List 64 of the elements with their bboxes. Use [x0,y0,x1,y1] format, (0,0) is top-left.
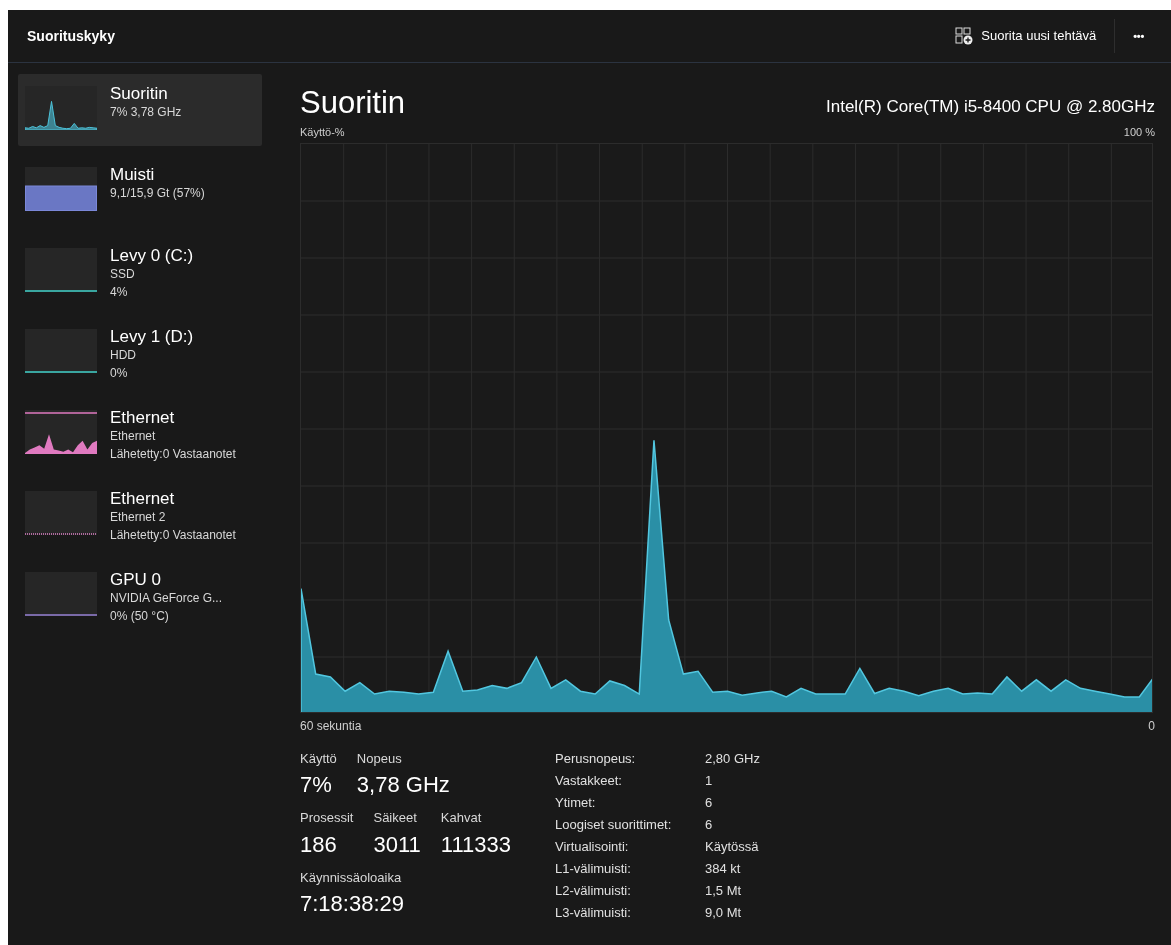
item-detail: 0% (50 °C) [110,608,170,625]
item-name: Levy 0 (C:) [110,246,194,265]
stat-label: Nopeus [356,749,403,768]
item-name: Levy 1 (D:) [110,327,194,346]
detail-label: L2-välimuisti: [555,881,632,900]
sidebar-item[interactable]: Suoritin 7% 3,78 GHz [18,74,262,146]
detail-value: 6 [705,793,714,812]
item-detail: Lähetetty:0 Vastaanotet [110,527,236,544]
stat-label: Käyttö [300,749,337,768]
detail-label: L3-välimuisti: [555,903,632,922]
axis-label: 100 % [1123,125,1155,140]
section-title: Suoritin [300,84,406,122]
stat-value: 111333 [440,830,511,859]
cpu-model: Intel(R) Core(TM) i5-8400 CPU @ 2.80GHz [826,95,1155,118]
item-detail: 9,1/15,9 Gt (57%) [110,185,205,202]
sidebar-item[interactable]: Ethernet Ethernet 2 Lähetetty:0 Vastaanotet [18,479,262,551]
sidebar-item[interactable]: Ethernet Ethernet Lähetetty:0 Vastaanotet [18,398,262,470]
axis-label: Käyttö-% [300,125,345,140]
item-detail: 4% [110,284,129,301]
stat-value: 186 [300,830,338,859]
detail-value: 384 kt [705,859,742,878]
detail-label: Virtualisointi: [555,837,630,856]
stat-label: Prosessit [300,809,354,827]
detail-value: 2,80 GHz [705,749,760,768]
stat-label: Säikeet [373,809,418,827]
item-detail: SSD [110,266,136,283]
item-name: Suoritin [110,84,169,103]
stat-value: 3011 [373,830,421,859]
item-name: Ethernet [110,408,176,427]
item-detail: Ethernet [110,428,157,445]
detail-value: 9,0 Mt [705,903,743,922]
stat-label: Käynnissäoloaika [300,868,403,887]
stat-value: 7:18:38:29 [300,890,404,918]
sidebar-item[interactable]: Levy 0 (C:) SSD 4% [18,236,262,308]
detail-value: 1,5 Mt [705,881,743,900]
item-detail: NVIDIA GeForce G... [110,590,223,607]
stat-value: 7% [300,771,333,799]
stat-label: Kahvat [440,809,483,827]
item-name: GPU 0 [110,570,163,589]
detail-label: Ytimet: [555,793,597,812]
item-name: Muisti [110,165,156,184]
sidebar-item[interactable]: GPU 0 NVIDIA GeForce G... 0% (50 °C) [18,560,262,632]
sidebar-item[interactable]: Levy 1 (D:) HDD 0% [18,317,262,389]
item-name: Ethernet [110,489,176,508]
item-detail: 0% [110,365,129,382]
detail-value: 6 [705,815,714,834]
item-detail: Ethernet 2 [110,509,167,526]
item-detail: HDD [110,347,137,364]
detail-value: Käytössä [705,837,760,856]
detail-label: Perusnopeus: [555,749,637,768]
item-detail: 7% 3,78 GHz [110,104,182,121]
detail-label: Vastakkeet: [555,771,623,790]
detail-value: 1 [705,771,714,790]
more-button[interactable]: ••• [1125,27,1152,45]
stat-value: 3,78 GHz [356,771,450,799]
item-detail: Lähetetty:0 Vastaanotet [110,446,236,463]
sidebar-item[interactable]: Muisti 9,1/15,9 Gt (57%) [18,155,262,227]
axis-label: 0 [1148,717,1155,735]
page-title: Suorituskyky [27,26,115,46]
detail-label: L1-välimuisti: [555,859,632,878]
new-task-icon [955,27,974,45]
run-task-button[interactable]: Suorita uusi tehtävä [947,22,1105,50]
detail-label: Loogiset suorittimet: [555,815,673,834]
axis-label: 60 sekuntia [300,717,362,735]
